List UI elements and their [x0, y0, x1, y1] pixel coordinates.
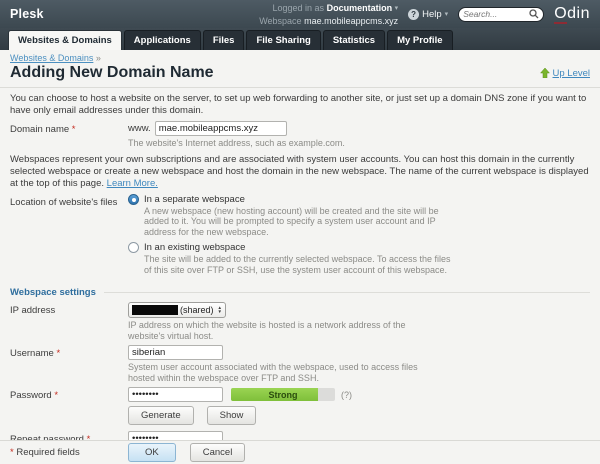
tab-websites-domains[interactable]: Websites & Domains: [8, 30, 122, 50]
ip-address-row: IP address (shared) ▲▼ IP address on whi…: [10, 302, 590, 341]
page-title: Adding New Domain Name: [10, 64, 540, 82]
radio-unselected-icon: [128, 242, 139, 253]
help-menu[interactable]: ? Help ▾: [408, 9, 448, 20]
tab-bar: Websites & Domains Applications Files Fi…: [0, 28, 600, 50]
top-bar: Plesk Logged in as Documentation ▾ Websp…: [0, 0, 600, 28]
password-input[interactable]: [128, 387, 223, 402]
user-name: Documentation: [327, 3, 393, 13]
odin-logo: Odin: [554, 6, 590, 22]
www-prefix: www.: [128, 123, 151, 134]
plesk-logo[interactable]: Plesk: [10, 7, 44, 21]
password-label: Password *: [10, 387, 128, 427]
ok-button[interactable]: OK: [128, 443, 176, 462]
search-input[interactable]: [463, 9, 526, 19]
learn-more-link[interactable]: Learn More.: [107, 178, 158, 189]
search-icon[interactable]: [529, 9, 539, 19]
up-level-link[interactable]: Up Level: [540, 68, 591, 79]
username-label: Username *: [10, 345, 128, 383]
radio-existing-webspace[interactable]: In an existing webspace: [128, 242, 590, 253]
select-arrows-icon: ▲▼: [218, 306, 222, 314]
password-hint-link[interactable]: (?): [341, 390, 352, 400]
webspaces-note: Webspaces represent your own subscriptio…: [10, 154, 590, 190]
tab-file-sharing[interactable]: File Sharing: [246, 30, 320, 50]
ip-address-select[interactable]: (shared) ▲▼: [128, 302, 226, 318]
ip-help-text: IP address on which the website is hoste…: [128, 320, 440, 341]
domain-name-label: Domain name *: [10, 121, 128, 149]
strength-label: Strong: [231, 388, 335, 401]
tab-my-profile[interactable]: My Profile: [387, 30, 452, 50]
ip-address-label: IP address: [10, 302, 128, 341]
location-row: Location of website's files In a separat…: [10, 194, 590, 281]
tab-statistics[interactable]: Statistics: [323, 30, 385, 50]
help-label: Help: [422, 9, 442, 20]
help-icon: ?: [408, 9, 419, 20]
breadcrumb-separator: »: [96, 53, 101, 63]
login-info: Logged in as Documentation ▾ Webspace ma…: [259, 2, 398, 27]
password-strength-bar: Strong: [231, 388, 335, 401]
form-footer: * Required fields OK Cancel: [0, 440, 600, 464]
section-title: Webspace settings: [10, 287, 96, 298]
breadcrumb: Websites & Domains »: [10, 53, 590, 63]
caret-down-icon: ▾: [395, 5, 399, 12]
breadcrumb-link[interactable]: Websites & Domains: [10, 53, 93, 63]
webspace-label: Webspace: [259, 16, 301, 26]
user-menu[interactable]: Documentation ▾: [327, 3, 399, 13]
separate-webspace-help: A new webspace (new hosting account) wil…: [144, 206, 456, 238]
username-row: Username * System user account associate…: [10, 345, 590, 383]
domain-help-text: The website's Internet address, such as …: [128, 138, 590, 149]
cancel-button[interactable]: Cancel: [190, 443, 246, 462]
webspace-settings-section: Webspace settings: [10, 287, 590, 298]
intro-text: You can choose to host a website on the …: [10, 93, 590, 117]
ip-shared-label: (shared): [180, 305, 214, 315]
caret-down-icon: ▾: [445, 10, 449, 18]
ip-redacted-value: [132, 305, 178, 315]
username-input[interactable]: [128, 345, 223, 360]
show-button[interactable]: Show: [207, 406, 257, 425]
radio-selected-icon: [128, 194, 139, 205]
up-arrow-icon: [540, 68, 550, 78]
tab-files[interactable]: Files: [203, 30, 245, 50]
password-row: Password * Strong (?) Generate Show: [10, 387, 590, 427]
location-label: Location of website's files: [10, 194, 128, 281]
username-help-text: System user account associated with the …: [128, 362, 440, 383]
existing-webspace-help: The site will be added to the currently …: [144, 254, 456, 275]
generate-button[interactable]: Generate: [128, 406, 194, 425]
domain-name-input[interactable]: [155, 121, 287, 136]
section-divider: [104, 292, 590, 293]
domain-name-row: Domain name * www. The website's Interne…: [10, 121, 590, 149]
logged-in-as-label: Logged in as: [273, 3, 325, 13]
tab-applications[interactable]: Applications: [124, 30, 201, 50]
webspace-value: mae.mobileappcms.xyz: [304, 16, 398, 26]
search-box: [458, 7, 544, 22]
required-fields-note: * Required fields: [10, 447, 128, 458]
main-content: Websites & Domains » Adding New Domain N…: [0, 53, 600, 446]
title-divider: [0, 87, 600, 88]
radio-separate-webspace[interactable]: In a separate webspace: [128, 194, 590, 205]
